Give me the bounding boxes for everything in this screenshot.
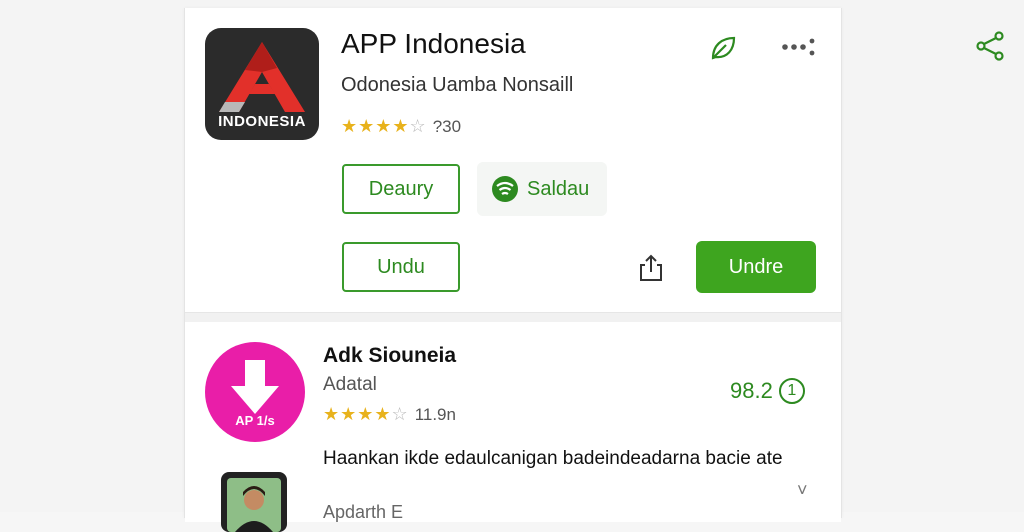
app-icon-label: INDONESIA	[218, 113, 306, 130]
related-icon-label: AP 1/s	[235, 413, 275, 428]
content-panel: INDONESIA APP Indonesia Odonesia Uamba N…	[184, 8, 842, 532]
wifi-icon	[492, 176, 518, 202]
rating-stars: ★★★★☆	[323, 404, 409, 424]
wifi-chip[interactable]: Saldau	[477, 162, 607, 216]
chip-label: Saldau	[527, 177, 590, 200]
related-app-rating: ★★★★☆ 11.9n	[323, 404, 456, 425]
app-title: APP Indonesia	[341, 28, 526, 59]
related-score: 98.2 1	[730, 378, 805, 404]
secondary-button[interactable]: Undu	[342, 242, 460, 292]
share-button[interactable]	[972, 28, 1008, 64]
chevron-down-icon[interactable]: ˅	[797, 480, 808, 501]
app-detail-card: INDONESIA APP Indonesia Odonesia Uamba N…	[185, 8, 841, 312]
related-app-subtitle: Adatal	[323, 374, 377, 395]
related-description: Haankan ikde edaulcanigan badeindeadarna…	[323, 448, 783, 469]
related-author: Apdarth E	[323, 502, 404, 522]
app-icon[interactable]: INDONESIA	[205, 28, 319, 140]
leaf-button[interactable]	[705, 30, 741, 66]
details-button[interactable]: Deaury	[342, 164, 460, 214]
person-thumbnail-icon	[227, 478, 281, 532]
app-rating: ★★★★☆ ?30	[341, 116, 461, 137]
rating-stars: ★★★★☆	[341, 116, 427, 136]
related-app-icon[interactable]: AP 1/s	[205, 342, 305, 442]
video-thumbnail[interactable]	[221, 472, 287, 532]
more-options-button[interactable]	[779, 34, 819, 60]
related-app-title: Adk Siouneia	[323, 344, 457, 367]
rating-count: ?30	[432, 116, 462, 136]
share-icon	[976, 31, 1004, 61]
related-app-card[interactable]: AP 1/s Adk Siouneia Adatal ★★★★☆ 11.9n 9…	[185, 322, 841, 532]
install-button[interactable]: Undre	[696, 241, 816, 293]
score-value: 98.2	[730, 378, 773, 403]
app-subtitle: Odonesia Uamba Nonsaill	[341, 74, 574, 96]
score-badge: 1	[778, 378, 805, 404]
more-dots-icon	[782, 38, 815, 56]
upload-button[interactable]	[633, 250, 669, 286]
rating-count: 11.9n	[414, 404, 456, 424]
upload-icon	[640, 254, 662, 281]
leaf-icon	[711, 36, 736, 60]
